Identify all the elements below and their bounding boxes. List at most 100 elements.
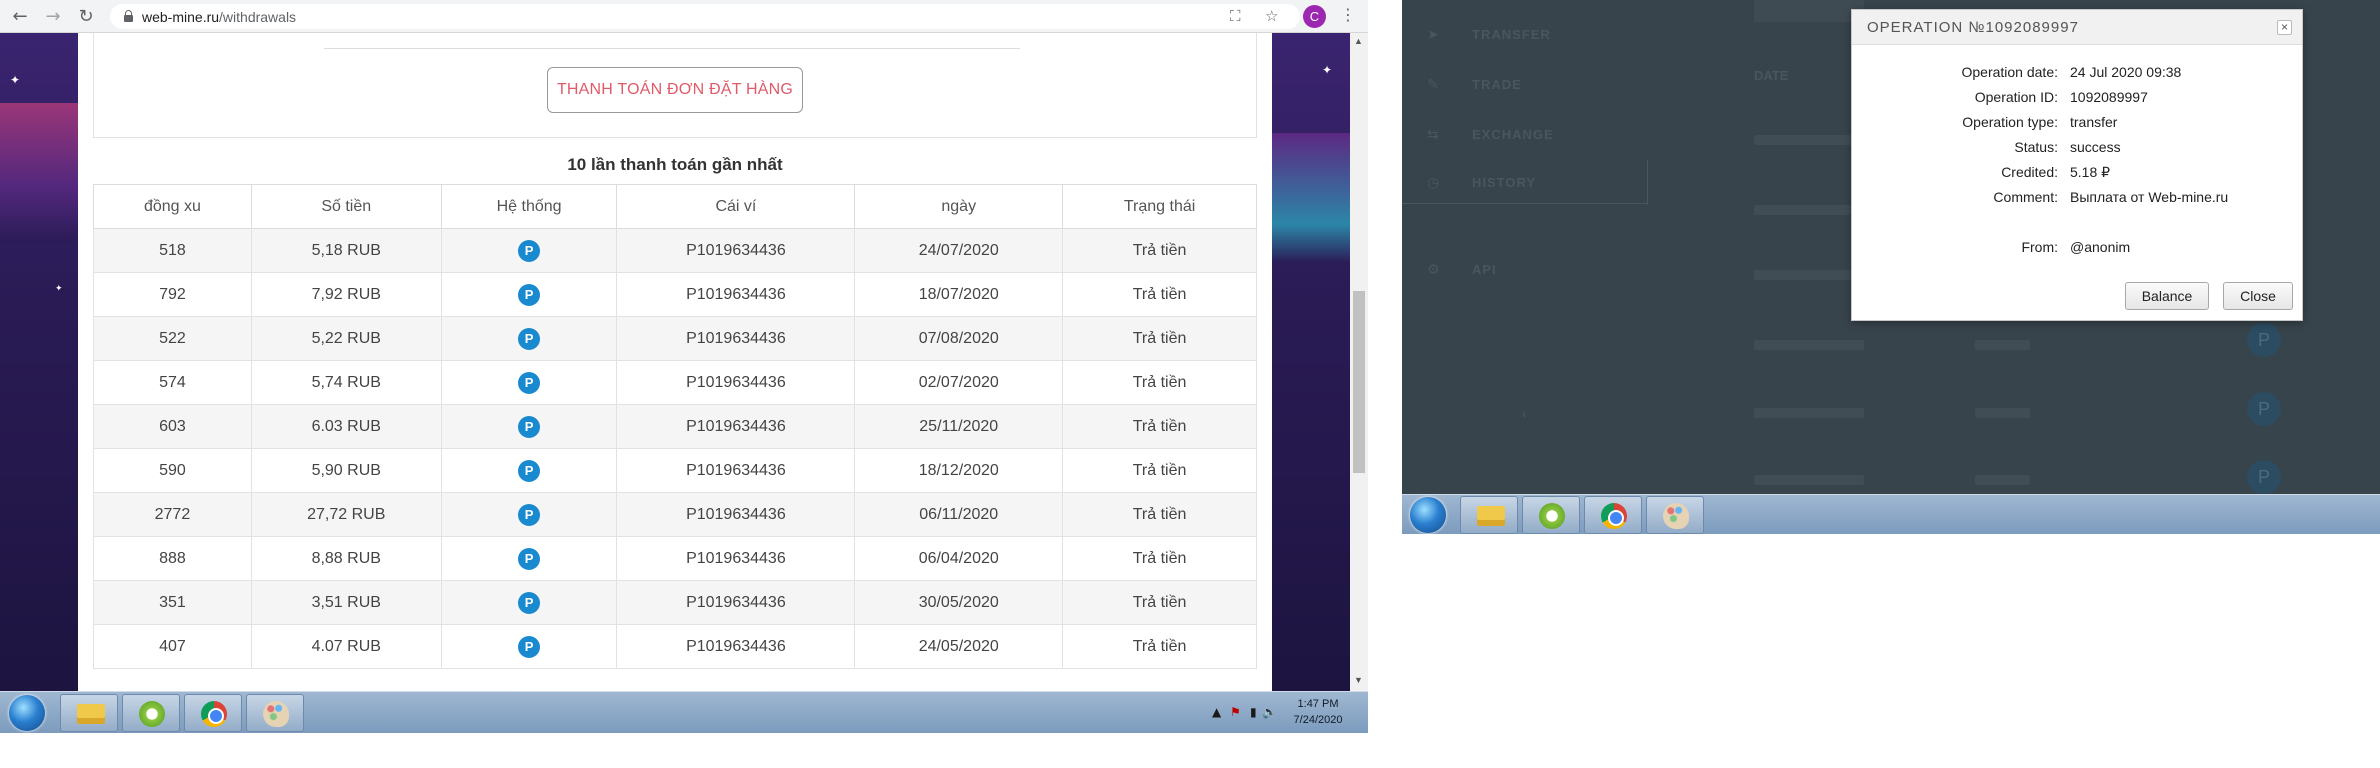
withdrawals-table: đồng xu Số tiền Hệ thống Cái ví ngày Trạ… — [93, 184, 1257, 669]
payeer-icon: P — [518, 459, 541, 482]
payeer-icon: P — [518, 547, 541, 570]
taskbar-explorer[interactable] — [60, 694, 118, 732]
avatar[interactable]: C — [1303, 5, 1326, 28]
nav-exchange[interactable]: EXCHANGE — [1472, 127, 1554, 142]
column-header-system[interactable]: Hệ thống — [440, 184, 618, 229]
star-icon[interactable]: ☆ — [1265, 7, 1278, 25]
chevron-left-icon[interactable]: ‹ — [1522, 405, 1527, 421]
taskbar-chrome[interactable] — [1584, 496, 1642, 534]
date-column-header: DATE — [1754, 68, 1789, 83]
payeer-icon: P — [518, 591, 541, 614]
credited-value: 5.18 ₽ — [2070, 164, 2111, 180]
status-cell: Trả tiền — [1062, 316, 1257, 361]
coins-cell: 888 — [93, 536, 252, 581]
table-row: 888 8,88 RUB P P1019634436 06/04/2020 Trả tiề… — [93, 536, 1257, 581]
tray-network-icon[interactable]: ▮ — [1250, 705, 1257, 719]
back-icon[interactable]: ← — [10, 7, 30, 27]
status-cell: Trả tiền — [1062, 228, 1257, 273]
wallet-cell: P1019634436 — [616, 316, 856, 361]
status-value: success — [2070, 139, 2121, 155]
operation-date-value: 24 Jul 2020 09:38 — [2070, 64, 2182, 80]
menu-icon[interactable]: ⋮ — [1340, 5, 1356, 24]
date-cell: 07/08/2020 — [854, 316, 1064, 361]
url-text[interactable]: web-mine.ru/withdrawals — [142, 9, 296, 25]
status-cell: Trả tiền — [1062, 360, 1257, 405]
tray-expand-icon[interactable]: ▲ — [1212, 705, 1221, 719]
amount-cell: 5,22 RUB — [250, 316, 442, 361]
lock-icon[interactable] — [124, 10, 133, 22]
start-button[interactable] — [9, 695, 45, 731]
taskbar-explorer[interactable] — [1460, 496, 1518, 534]
nav-history[interactable]: HISTORY — [1472, 175, 1536, 190]
start-button[interactable] — [1410, 497, 1446, 533]
nav-trade[interactable]: TRADE — [1472, 77, 1522, 92]
status-cell: Trả tiền — [1062, 448, 1257, 493]
field-label: From: — [2021, 239, 2058, 255]
order-card: THANH TOÁN ĐƠN ĐẶT HÀNG — [93, 33, 1257, 138]
wallet-cell: P1019634436 — [616, 536, 856, 581]
taskbar-chrome[interactable] — [184, 694, 242, 732]
transfer-icon: ➤ — [1427, 27, 1439, 43]
amount-cell: 7,92 RUB — [250, 272, 442, 317]
taskbar-green-app[interactable] — [122, 694, 180, 732]
dimmed-row-date — [1754, 135, 1864, 145]
nav-transfer[interactable]: TRANSFER — [1472, 27, 1551, 42]
green-app-icon — [139, 701, 165, 727]
scroll-up-arrow-icon[interactable]: ▲ — [1354, 36, 1363, 46]
forward-icon[interactable]: → — [43, 7, 63, 27]
table-row: 518 5,18 RUB P P1019634436 24/07/2020 Trả tiề… — [93, 228, 1257, 273]
wallet-cell: P1019634436 — [616, 404, 856, 449]
payeer-icon: P — [518, 283, 541, 306]
column-header-coins[interactable]: đồng xu — [93, 184, 252, 229]
column-header-date[interactable]: ngày — [854, 184, 1064, 229]
translate-icon[interactable]: ⛶ — [1230, 7, 1241, 25]
payeer-icon: P — [518, 415, 541, 438]
date-cell: 25/11/2020 — [854, 404, 1064, 449]
close-icon[interactable]: × — [2277, 20, 2292, 35]
tray-volume-icon[interactable]: 🔈 — [1262, 705, 1277, 719]
payeer-icon: P — [2247, 460, 2281, 494]
date-cell: 06/11/2020 — [854, 492, 1064, 537]
system-cell: P — [440, 228, 618, 273]
taskbar-paint[interactable] — [246, 694, 304, 732]
column-header-status[interactable]: Trạng thái — [1062, 184, 1257, 229]
system-cell: P — [440, 624, 618, 669]
system-cell: P — [440, 404, 618, 449]
column-header-wallet[interactable]: Cái ví — [616, 184, 856, 229]
amount-cell: 4.07 RUB — [250, 624, 442, 669]
scroll-down-arrow-icon[interactable]: ▼ — [1354, 675, 1363, 685]
table-row: 574 5,74 RUB P P1019634436 02/07/2020 Trả tiề… — [93, 360, 1257, 405]
nav-api[interactable]: API — [1472, 262, 1497, 277]
reload-icon[interactable]: ↻ — [76, 7, 96, 27]
taskbar-green-app[interactable] — [1522, 496, 1580, 534]
amount-cell: 27,72 RUB — [250, 492, 442, 537]
scrollbar-thumb[interactable] — [1353, 291, 1365, 473]
table-row: 590 5,90 RUB P P1019634436 18/12/2020 Trả tiề… — [93, 448, 1257, 493]
date-cell: 18/07/2020 — [854, 272, 1064, 317]
system-cell: P — [440, 360, 618, 405]
date-cell: 18/12/2020 — [854, 448, 1064, 493]
field-label: Operation date: — [1961, 64, 2058, 80]
scrollbar[interactable]: ▲ ▼ — [1350, 33, 1368, 691]
taskbar-paint[interactable] — [1646, 496, 1704, 534]
amount-cell: 5,18 RUB — [250, 228, 442, 273]
operation-id-value: 1092089997 — [2070, 89, 2148, 105]
clock-date[interactable]: 7/24/2020 — [1283, 714, 1353, 726]
column-header-amount[interactable]: Số tiền — [250, 184, 442, 229]
payeer-icon: P — [2247, 323, 2281, 357]
coins-cell: 407 — [93, 624, 252, 669]
system-cell: P — [440, 580, 618, 625]
balance-button[interactable]: Balance — [2125, 282, 2209, 310]
main-content: THANH TOÁN ĐƠN ĐẶT HÀNG 10 lần thanh toá… — [78, 33, 1272, 691]
wallet-cell: P1019634436 — [616, 492, 856, 537]
tray-flag-icon[interactable]: ⚑ — [1230, 705, 1241, 719]
clock-time[interactable]: 1:47 PM — [1283, 698, 1353, 710]
dimmed-row-amount — [1975, 340, 2030, 350]
address-bar[interactable]: web-mine.ru/withdrawals ⛶ ☆ — [110, 4, 1300, 29]
system-cell: P — [440, 492, 618, 537]
status-cell: Trả tiền — [1062, 580, 1257, 625]
table-header-row: đồng xu Số tiền Hệ thống Cái ví ngày Trạ… — [93, 184, 1257, 229]
pay-order-button[interactable]: THANH TOÁN ĐƠN ĐẶT HÀNG — [547, 67, 803, 113]
close-button[interactable]: Close — [2223, 282, 2293, 310]
wallet-cell: P1019634436 — [616, 360, 856, 405]
